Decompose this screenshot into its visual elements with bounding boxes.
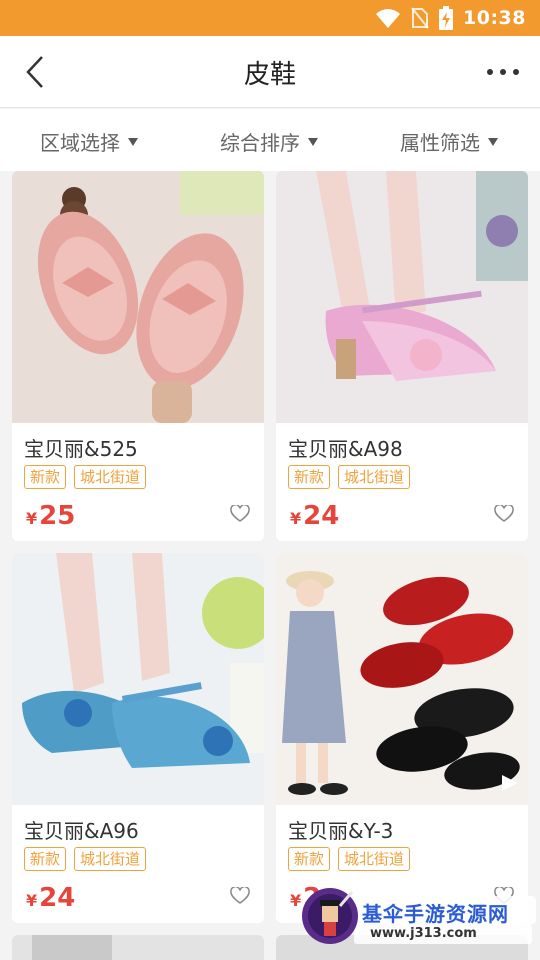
tag-badge: 城北街道	[338, 465, 411, 489]
favorite-button[interactable]	[230, 503, 250, 523]
tag-badge: 新款	[24, 465, 67, 489]
product-tags: 新款 城北街道	[288, 465, 411, 489]
currency-symbol: ¥	[26, 509, 38, 528]
tag-badge: 新款	[288, 847, 331, 871]
filter-attributes[interactable]: 属性筛选	[400, 127, 498, 156]
watermark-text: 基伞手游资源网	[362, 902, 509, 926]
page-title: 皮鞋	[243, 60, 296, 90]
product-name: 宝贝丽&A96	[24, 819, 139, 843]
product-image	[12, 171, 264, 423]
product-card[interactable]: 宝贝丽&Y-3 新款 城北街道 ¥ 2	[276, 553, 528, 923]
no-sim-icon	[411, 7, 429, 29]
product-name: 宝贝丽&A98	[288, 437, 403, 461]
price-value: 24	[39, 883, 76, 913]
product-card[interactable]: 宝贝丽&A96 新款 城北街道 ¥ 24	[12, 553, 264, 923]
price-value: 24	[303, 501, 340, 531]
wifi-icon	[376, 9, 401, 28]
watermark: 基伞手游资源网 www.j313.com	[300, 886, 540, 948]
status-bar: 10:38	[0, 0, 540, 36]
filter-bar: 区域选择 综合排序 属性筛选	[0, 109, 540, 171]
more-button[interactable]	[486, 58, 520, 86]
product-tags: 新款 城北街道	[288, 847, 411, 871]
product-card[interactable]: 宝贝丽&525 新款 城北街道 ¥ 25	[12, 171, 264, 541]
tag-badge: 新款	[288, 465, 331, 489]
currency-symbol: ¥	[290, 509, 302, 528]
status-time: 10:38	[463, 7, 526, 29]
caret-down-icon	[488, 137, 498, 146]
nav-bar: 皮鞋	[0, 36, 540, 108]
tag-badge: 新款	[24, 847, 67, 871]
product-price: ¥ 25	[26, 501, 75, 531]
product-tags: 新款 城北街道	[24, 847, 147, 871]
product-image	[276, 171, 528, 423]
heart-icon	[230, 503, 250, 522]
filter-label: 综合排序	[220, 131, 300, 155]
product-card-partial[interactable]	[12, 935, 264, 960]
price-value: 25	[39, 501, 76, 531]
product-image	[276, 553, 528, 805]
product-price: ¥ 24	[26, 883, 75, 913]
heart-icon	[494, 503, 514, 522]
filter-sort[interactable]: 综合排序	[220, 127, 318, 156]
product-price: ¥ 24	[290, 501, 339, 531]
product-image	[12, 553, 264, 805]
tag-badge: 城北街道	[74, 847, 147, 871]
caret-down-icon	[308, 137, 318, 146]
battery-charging-icon	[439, 6, 454, 30]
filter-region[interactable]: 区域选择	[40, 127, 138, 156]
product-name: 宝贝丽&525	[24, 437, 138, 461]
product-name: 宝贝丽&Y-3	[288, 819, 394, 843]
currency-symbol: ¥	[26, 891, 38, 910]
tag-badge: 城北街道	[338, 847, 411, 871]
more-dots-icon	[487, 69, 519, 75]
status-icons: 10:38	[375, 6, 526, 30]
watermark-url: www.j313.com	[370, 926, 477, 941]
filter-label: 属性筛选	[400, 131, 480, 155]
tag-badge: 城北街道	[74, 465, 147, 489]
heart-icon	[230, 885, 250, 904]
favorite-button[interactable]	[494, 503, 514, 523]
product-card[interactable]: 宝贝丽&A98 新款 城北街道 ¥ 24	[276, 171, 528, 541]
product-tags: 新款 城北街道	[24, 465, 147, 489]
filter-label: 区域选择	[40, 131, 120, 155]
favorite-button[interactable]	[230, 885, 250, 905]
caret-down-icon	[128, 137, 138, 146]
